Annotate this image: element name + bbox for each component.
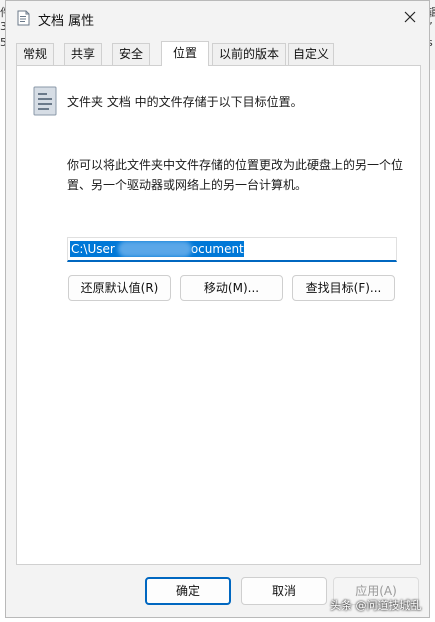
redacted-region: [118, 241, 192, 257]
location-intro-text: 文件夹 文档 中的文件存储于以下目标位置。: [67, 95, 303, 109]
selected-path-text: C:\User ocuments: [70, 241, 244, 257]
find-target-button[interactable]: 查找目标(F)...: [292, 275, 395, 301]
properties-dialog: 文档 属性 常规 共享 安全 位置 以前的版本 自定义 文件夹 文档 中的文件存…: [5, 0, 430, 618]
cancel-button[interactable]: 取消: [241, 577, 327, 605]
tab-sharing[interactable]: 共享: [64, 43, 102, 65]
watermark-text: 头条 @问道技城乱: [330, 599, 422, 612]
location-explanation-text: 你可以将此文件夹中文件存储的位置更改为此硬盘上的另一个位置、另一个驱动器或网络上…: [67, 158, 404, 192]
window-title: 文档 属性: [38, 14, 95, 29]
close-button[interactable]: [397, 5, 423, 29]
title-bar[interactable]: 文档 属性: [6, 1, 429, 35]
tab-general[interactable]: 常规: [16, 43, 54, 65]
tab-previous-versions[interactable]: 以前的版本: [212, 43, 286, 65]
document-icon: [17, 10, 30, 26]
folder-path-input[interactable]: C:\User ocuments: [67, 237, 397, 262]
close-icon: [404, 11, 416, 23]
path-end: ocuments: [190, 242, 244, 256]
location-panel: 文件夹 文档 中的文件存储于以下目标位置。 你可以将此文件夹中文件存储的位置更改…: [16, 65, 421, 565]
ok-button[interactable]: 确定: [145, 577, 231, 605]
path-start: C:\User: [71, 242, 115, 256]
tab-location[interactable]: 位置: [161, 41, 209, 66]
tab-security[interactable]: 安全: [112, 43, 150, 65]
tab-strip: 常规 共享 安全 位置 以前的版本 自定义: [16, 41, 421, 66]
move-button[interactable]: 移动(M)...: [180, 275, 283, 301]
restore-default-button[interactable]: 还原默认值(R): [68, 275, 171, 301]
tab-customize[interactable]: 自定义: [288, 43, 334, 65]
documents-folder-icon: [33, 86, 57, 119]
